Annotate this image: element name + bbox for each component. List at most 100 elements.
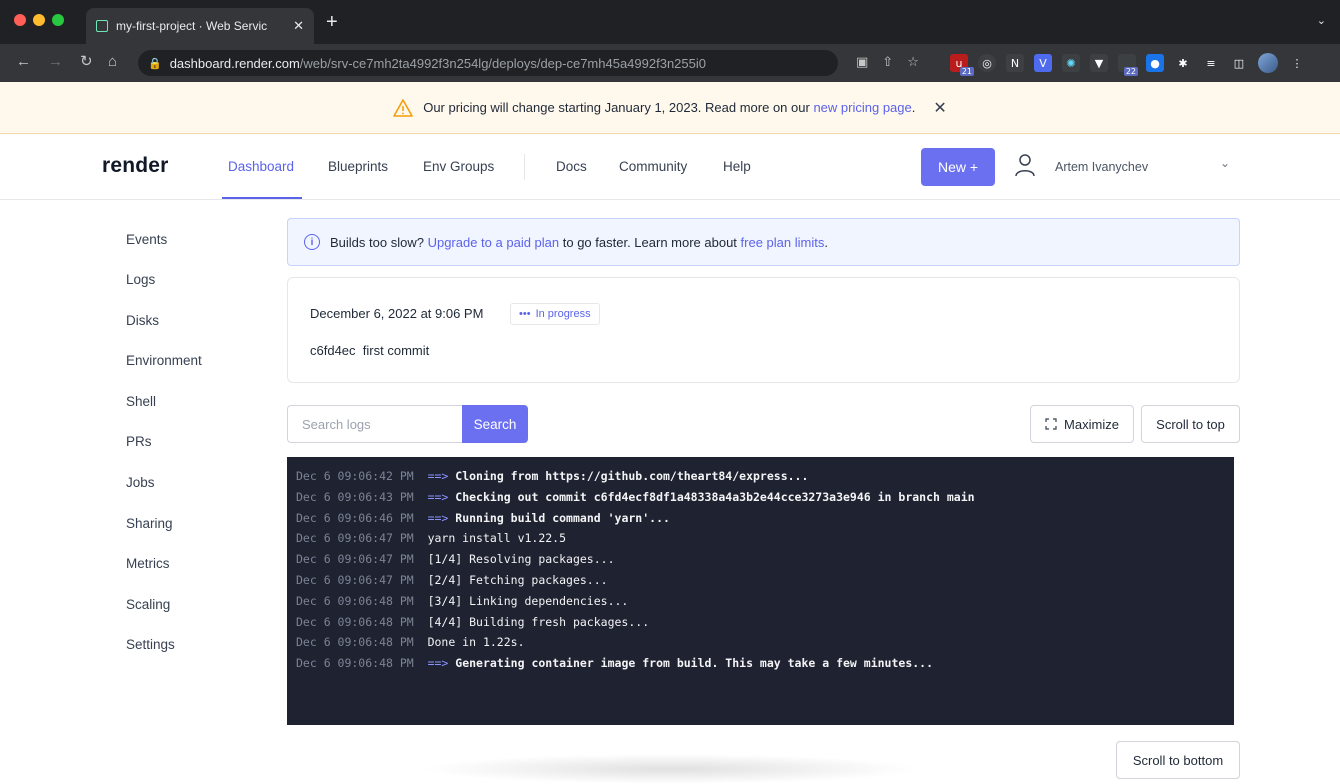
- new-button[interactable]: New +: [921, 148, 995, 186]
- extension-v-icon[interactable]: V: [1034, 54, 1052, 72]
- log-line: Dec 6 09:06:43 PM ==> Checking out commi…: [296, 487, 1234, 508]
- log-arrow: ==>: [427, 656, 449, 671]
- scroll-to-bottom-button[interactable]: Scroll to bottom: [1116, 741, 1240, 779]
- build-speed-callout: i Builds too slow? Upgrade to a paid pla…: [287, 218, 1240, 266]
- nav-docs[interactable]: Docs: [556, 159, 587, 174]
- user-name[interactable]: Artem Ivanychev: [1055, 160, 1148, 174]
- sidebar-item-settings[interactable]: Settings: [126, 637, 175, 652]
- warning-icon: [393, 98, 414, 117]
- tab-title: my-first-project · Web Servic: [116, 19, 268, 33]
- translate-icon[interactable]: ▣: [856, 54, 868, 70]
- nav-dashboard[interactable]: Dashboard: [228, 159, 294, 174]
- sidebar-item-jobs[interactable]: Jobs: [126, 475, 155, 490]
- extensions-puzzle-icon[interactable]: ✱: [1174, 54, 1192, 72]
- log-message: Done in 1.22s.: [427, 635, 525, 650]
- log-timestamp: Dec 6 09:06:48 PM: [296, 593, 414, 608]
- log-line: Dec 6 09:06:47 PM yarn install v1.22.5: [296, 528, 1234, 549]
- user-menu-chevron-icon[interactable]: ⌄: [1220, 156, 1230, 170]
- log-timestamp: Dec 6 09:06:48 PM: [296, 635, 414, 650]
- log-message: Checking out commit c6fd4ecf8df1a48338a4…: [455, 489, 975, 504]
- maximize-icon: [1045, 418, 1057, 430]
- log-timestamp: Dec 6 09:06:47 PM: [296, 572, 414, 587]
- extension-ublock-icon[interactable]: u 21: [950, 54, 974, 76]
- log-line: Dec 6 09:06:46 PM ==> Running build comm…: [296, 508, 1234, 529]
- render-favicon-icon: [96, 20, 108, 32]
- deploy-date: December 6, 2022 at 9:06 PM: [310, 306, 484, 321]
- window-minimize-dot[interactable]: [33, 14, 45, 26]
- reading-list-icon[interactable]: ≡: [1202, 54, 1220, 72]
- extension-vue-icon[interactable]: ▼: [1090, 54, 1108, 72]
- commit-line: c6fd4ec first commit: [310, 343, 429, 358]
- extension-badge-icon[interactable]: 22: [1118, 54, 1138, 76]
- maximize-button[interactable]: Maximize: [1030, 405, 1134, 443]
- sidebar-item-disks[interactable]: Disks: [126, 313, 159, 328]
- sidebar-item-metrics[interactable]: Metrics: [126, 556, 170, 571]
- tab-close-icon[interactable]: ✕: [293, 18, 304, 34]
- bookmark-star-icon[interactable]: ☆: [907, 54, 919, 70]
- log-timestamp: Dec 6 09:06:47 PM: [296, 531, 414, 546]
- log-message: [1/4] Resolving packages...: [427, 552, 615, 567]
- upgrade-plan-link[interactable]: Upgrade to a paid plan: [428, 235, 560, 250]
- reload-icon[interactable]: ↻: [80, 52, 93, 72]
- lock-icon: 🔒: [148, 57, 162, 70]
- address-bar[interactable]: 🔒 dashboard.render.com/web/srv-ce7mh2ta4…: [138, 50, 838, 76]
- log-timestamp: Dec 6 09:06:48 PM: [296, 656, 414, 671]
- extension-notion-icon[interactable]: N: [1006, 54, 1024, 72]
- log-message: Cloning from https://github.com/theart84…: [455, 469, 809, 483]
- top-navigation: render Dashboard Blueprints Env Groups D…: [0, 134, 1340, 200]
- log-output[interactable]: Dec 6 09:06:42 PM ==> Cloning from https…: [287, 457, 1234, 725]
- log-line: Dec 6 09:06:48 PM [3/4] Linking dependen…: [296, 591, 1234, 612]
- log-arrow: ==>: [427, 510, 449, 525]
- sidebar-item-scaling[interactable]: Scaling: [126, 597, 170, 612]
- share-icon[interactable]: ⇧: [882, 54, 893, 70]
- search-button[interactable]: Search: [462, 405, 528, 443]
- browser-tab[interactable]: my-first-project · Web Servic ✕: [86, 8, 314, 44]
- commit-hash[interactable]: c6fd4ec: [310, 343, 356, 358]
- log-line: Dec 6 09:06:48 PM ==> Generating contain…: [296, 653, 1234, 674]
- info-icon: i: [304, 234, 320, 250]
- search-logs-input[interactable]: [287, 405, 463, 443]
- browser-tab-strip: my-first-project · Web Servic ✕ + ⌄: [0, 0, 1340, 44]
- url-path: /web/srv-ce7mh2ta4992f3n254lg/deploys/de…: [299, 55, 706, 71]
- sidebar-item-prs[interactable]: PRs: [126, 434, 152, 449]
- back-arrow-icon[interactable]: ←: [16, 52, 31, 72]
- deploy-card: December 6, 2022 at 9:06 PM ••• In progr…: [287, 277, 1240, 383]
- chrome-profile-avatar[interactable]: [1258, 53, 1278, 73]
- log-line: Dec 6 09:06:48 PM [4/4] Building fresh p…: [296, 612, 1234, 633]
- window-zoom-dot[interactable]: [52, 14, 64, 26]
- nav-community[interactable]: Community: [619, 159, 687, 174]
- extension-react-icon[interactable]: ✺: [1062, 54, 1080, 72]
- banner-text: Our pricing will change starting January…: [423, 100, 810, 115]
- forward-arrow-icon[interactable]: →: [48, 52, 63, 72]
- new-tab-button[interactable]: +: [326, 12, 338, 32]
- sidebar-item-logs[interactable]: Logs: [126, 272, 155, 287]
- sidebar-item-events[interactable]: Events: [126, 232, 167, 247]
- url-host: dashboard.render.com: [169, 55, 300, 71]
- banner-close-icon[interactable]: ✕: [933, 98, 946, 118]
- chrome-menu-icon[interactable]: ⋮: [1288, 54, 1306, 72]
- tab-search-chevron-icon[interactable]: ⌄: [1317, 14, 1326, 27]
- nav-help[interactable]: Help: [723, 159, 751, 174]
- nav-divider: [524, 154, 525, 180]
- new-pricing-page-link[interactable]: new pricing page: [813, 100, 911, 115]
- free-plan-limits-link[interactable]: free plan limits: [741, 235, 825, 250]
- log-arrow: ==>: [427, 489, 449, 504]
- nav-blueprints[interactable]: Blueprints: [328, 159, 388, 174]
- nav-env-groups[interactable]: Env Groups: [423, 159, 494, 174]
- sidebar-item-environment[interactable]: Environment: [126, 353, 202, 368]
- side-panel-icon[interactable]: ◫: [1230, 54, 1248, 72]
- extension-target-icon[interactable]: ◎: [978, 54, 996, 72]
- home-icon[interactable]: ⌂: [108, 52, 117, 72]
- log-timestamp: Dec 6 09:06:43 PM: [296, 489, 414, 504]
- browser-toolbar: ← → ↻ ⌂ 🔒 dashboard.render.com/web/srv-c…: [0, 44, 1340, 82]
- log-message: Running build command 'yarn'...: [455, 510, 670, 525]
- pricing-banner: Our pricing will change starting January…: [0, 82, 1340, 134]
- sidebar-item-shell[interactable]: Shell: [126, 394, 156, 409]
- render-logo[interactable]: render: [102, 154, 169, 178]
- scroll-to-top-button[interactable]: Scroll to top: [1141, 405, 1240, 443]
- log-timestamp: Dec 6 09:06:42 PM: [296, 469, 414, 483]
- window-close-dot[interactable]: [14, 14, 26, 26]
- extension-drop-icon[interactable]: ●: [1146, 54, 1164, 72]
- log-arrow: ==>: [427, 469, 449, 483]
- sidebar-item-sharing[interactable]: Sharing: [126, 516, 173, 531]
